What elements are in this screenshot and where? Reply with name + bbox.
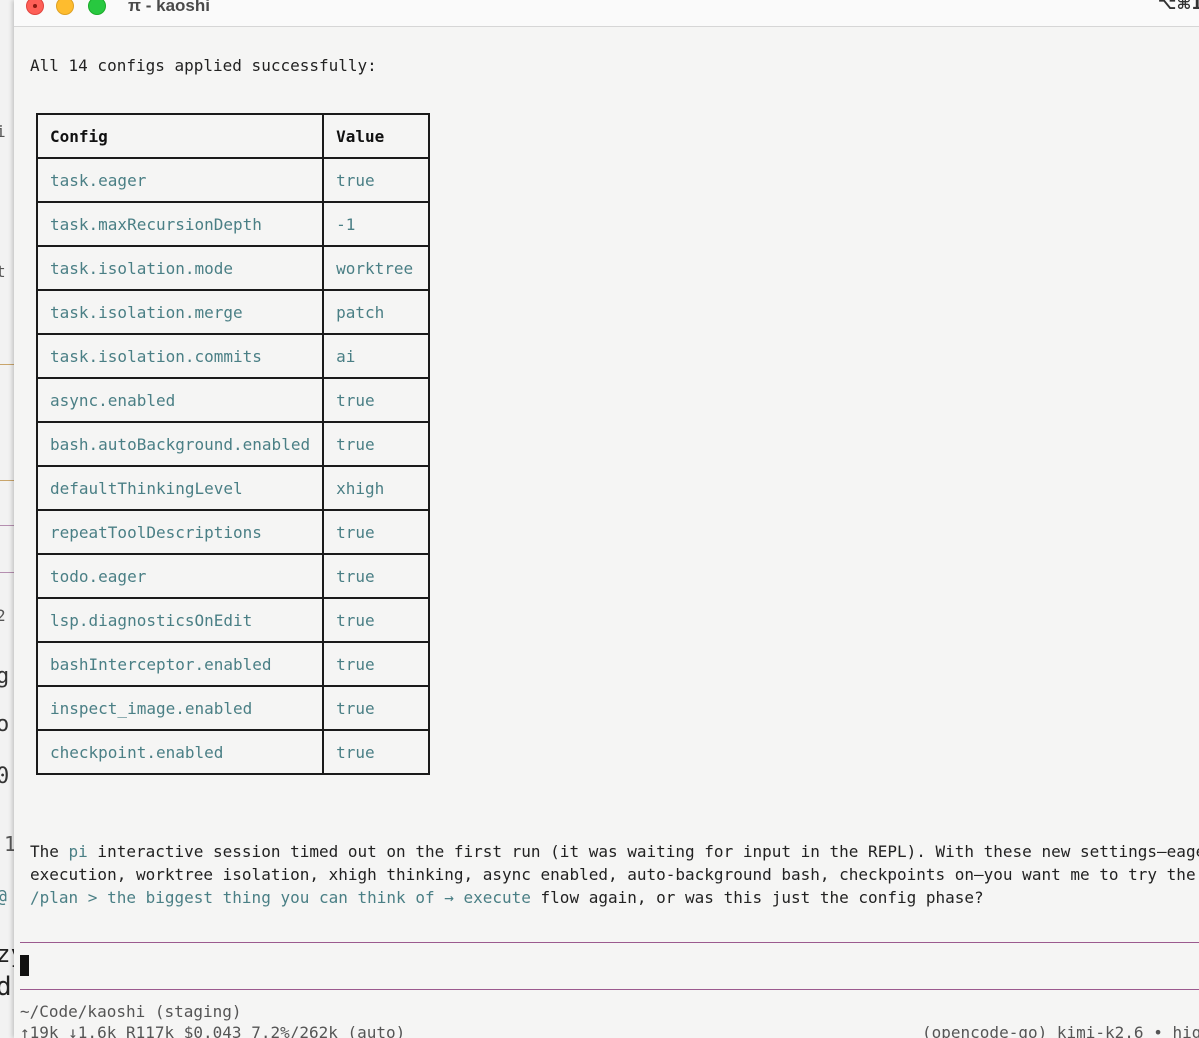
- status-model: (opencode-go) kimi-k2.6 • hig: [922, 1023, 1199, 1038]
- config-key-cell: bashInterceptor.enabled: [35, 641, 325, 687]
- window-title: π - kaoshi: [128, 0, 210, 15]
- background-text-fragment: t: [0, 262, 6, 281]
- config-table: Config Value task.eager true task.maxRecur…: [35, 113, 431, 775]
- background-divider: [0, 572, 14, 573]
- config-value-cell: worktree: [322, 245, 431, 291]
- config-value-cell: true: [322, 641, 431, 687]
- background-text-fragment: @: [0, 886, 7, 907]
- terminal-window: π - kaoshi ⌥⌘1 All 14 configs applied su…: [14, 0, 1199, 1038]
- config-key-cell: repeatToolDescriptions: [35, 509, 325, 555]
- table-row: repeatToolDescriptions true: [35, 509, 431, 555]
- config-value-cell: true: [322, 685, 431, 731]
- config-value-cell: true: [322, 509, 431, 555]
- background-window: i t 2 g o 0 1 @ zy d: [0, 0, 14, 1038]
- background-text-fragment: i: [0, 122, 6, 141]
- input-cursor[interactable]: [20, 955, 29, 976]
- table-row: bashInterceptor.enabled true: [35, 641, 431, 687]
- config-value-cell: -1: [322, 201, 431, 247]
- config-key-cell: checkpoint.enabled: [35, 729, 325, 775]
- close-window-button[interactable]: [26, 0, 44, 15]
- config-key-cell: bash.autoBackground.enabled: [35, 421, 325, 467]
- input-top-divider: [20, 942, 1199, 943]
- title-bar[interactable]: π - kaoshi ⌥⌘1: [14, 0, 1199, 27]
- config-key-cell: async.enabled: [35, 377, 325, 423]
- pi-command-name: pi: [68, 842, 88, 861]
- table-row: task.maxRecursionDepth -1: [35, 201, 431, 247]
- background-text-fragment: d: [0, 972, 12, 1002]
- config-key-cell: lsp.diagnosticsOnEdit: [35, 597, 325, 643]
- message-line: execution, worktree isolation, xhigh thi…: [30, 865, 1196, 884]
- table-row: task.isolation.commits ai: [35, 333, 431, 379]
- background-text-fragment: o: [0, 712, 10, 737]
- maximize-window-button[interactable]: [88, 0, 106, 15]
- message-text: interactive session timed out on the fir…: [87, 842, 1199, 861]
- background-text-fragment: zy: [0, 940, 14, 968]
- output-intro: All 14 configs applied successfully:: [30, 56, 377, 75]
- config-key-cell: task.isolation.commits: [35, 333, 325, 379]
- config-key-cell: task.eager: [35, 157, 325, 203]
- table-row: checkpoint.enabled true: [35, 729, 431, 775]
- message-text: The: [30, 842, 69, 861]
- config-value-cell: xhigh: [322, 465, 431, 511]
- table-row: async.enabled true: [35, 377, 431, 423]
- table-row: task.isolation.merge patch: [35, 289, 431, 335]
- config-value-cell: true: [322, 421, 431, 467]
- config-table-body: task.eager true task.maxRecursionDepth -1 ta…: [35, 157, 431, 775]
- background-text-fragment: 0: [0, 764, 10, 789]
- plan-command: /plan > the biggest thing you can think …: [30, 888, 531, 907]
- assistant-message: The pi interactive session timed out on …: [30, 840, 1199, 909]
- config-value-cell: true: [322, 377, 431, 423]
- message-line: The pi interactive session timed out on …: [30, 840, 1199, 863]
- background-divider: [0, 364, 14, 365]
- table-row: todo.eager true: [35, 553, 431, 599]
- config-value-cell: true: [322, 597, 431, 643]
- table-row: inspect_image.enabled true: [35, 685, 431, 731]
- table-header-row: Config Value: [35, 113, 431, 159]
- table-row: lsp.diagnosticsOnEdit true: [35, 597, 431, 643]
- background-divider: [0, 525, 14, 526]
- table-row: bash.autoBackground.enabled true: [35, 421, 431, 467]
- status-path: ~/Code/kaoshi (staging): [20, 1002, 242, 1021]
- config-value-cell: ai: [322, 333, 431, 379]
- config-key-cell: task.isolation.merge: [35, 289, 325, 335]
- minimize-window-button[interactable]: [56, 0, 74, 15]
- message-line: /plan > the biggest thing you can think …: [30, 886, 1199, 909]
- config-key-cell: inspect_image.enabled: [35, 685, 325, 731]
- table-row: task.isolation.mode worktree: [35, 245, 431, 291]
- config-value-cell: true: [322, 729, 431, 775]
- status-stats: ↑19k ↓1.6k R117k $0.043 7.2%/262k (auto): [20, 1023, 406, 1038]
- config-key-cell: task.maxRecursionDepth: [35, 201, 325, 247]
- table-row: defaultThinkingLevel xhigh: [35, 465, 431, 511]
- config-key-cell: todo.eager: [35, 553, 325, 599]
- background-text-fragment: 2: [0, 606, 6, 625]
- table-row: task.eager true: [35, 157, 431, 203]
- config-value-cell: true: [322, 553, 431, 599]
- column-header-config: Config: [35, 113, 325, 159]
- message-text: flow again, or was this just the config …: [530, 888, 984, 907]
- config-key-cell: defaultThinkingLevel: [35, 465, 325, 511]
- input-bottom-divider: [20, 989, 1199, 990]
- background-text-fragment: g: [0, 664, 10, 689]
- window-shortcut-label: ⌥⌘1: [1158, 0, 1199, 13]
- background-text-fragment: 1: [4, 832, 14, 856]
- config-value-cell: patch: [322, 289, 431, 335]
- config-key-cell: task.isolation.mode: [35, 245, 325, 291]
- background-divider: [0, 480, 14, 481]
- config-value-cell: true: [322, 157, 431, 203]
- column-header-value: Value: [322, 113, 431, 159]
